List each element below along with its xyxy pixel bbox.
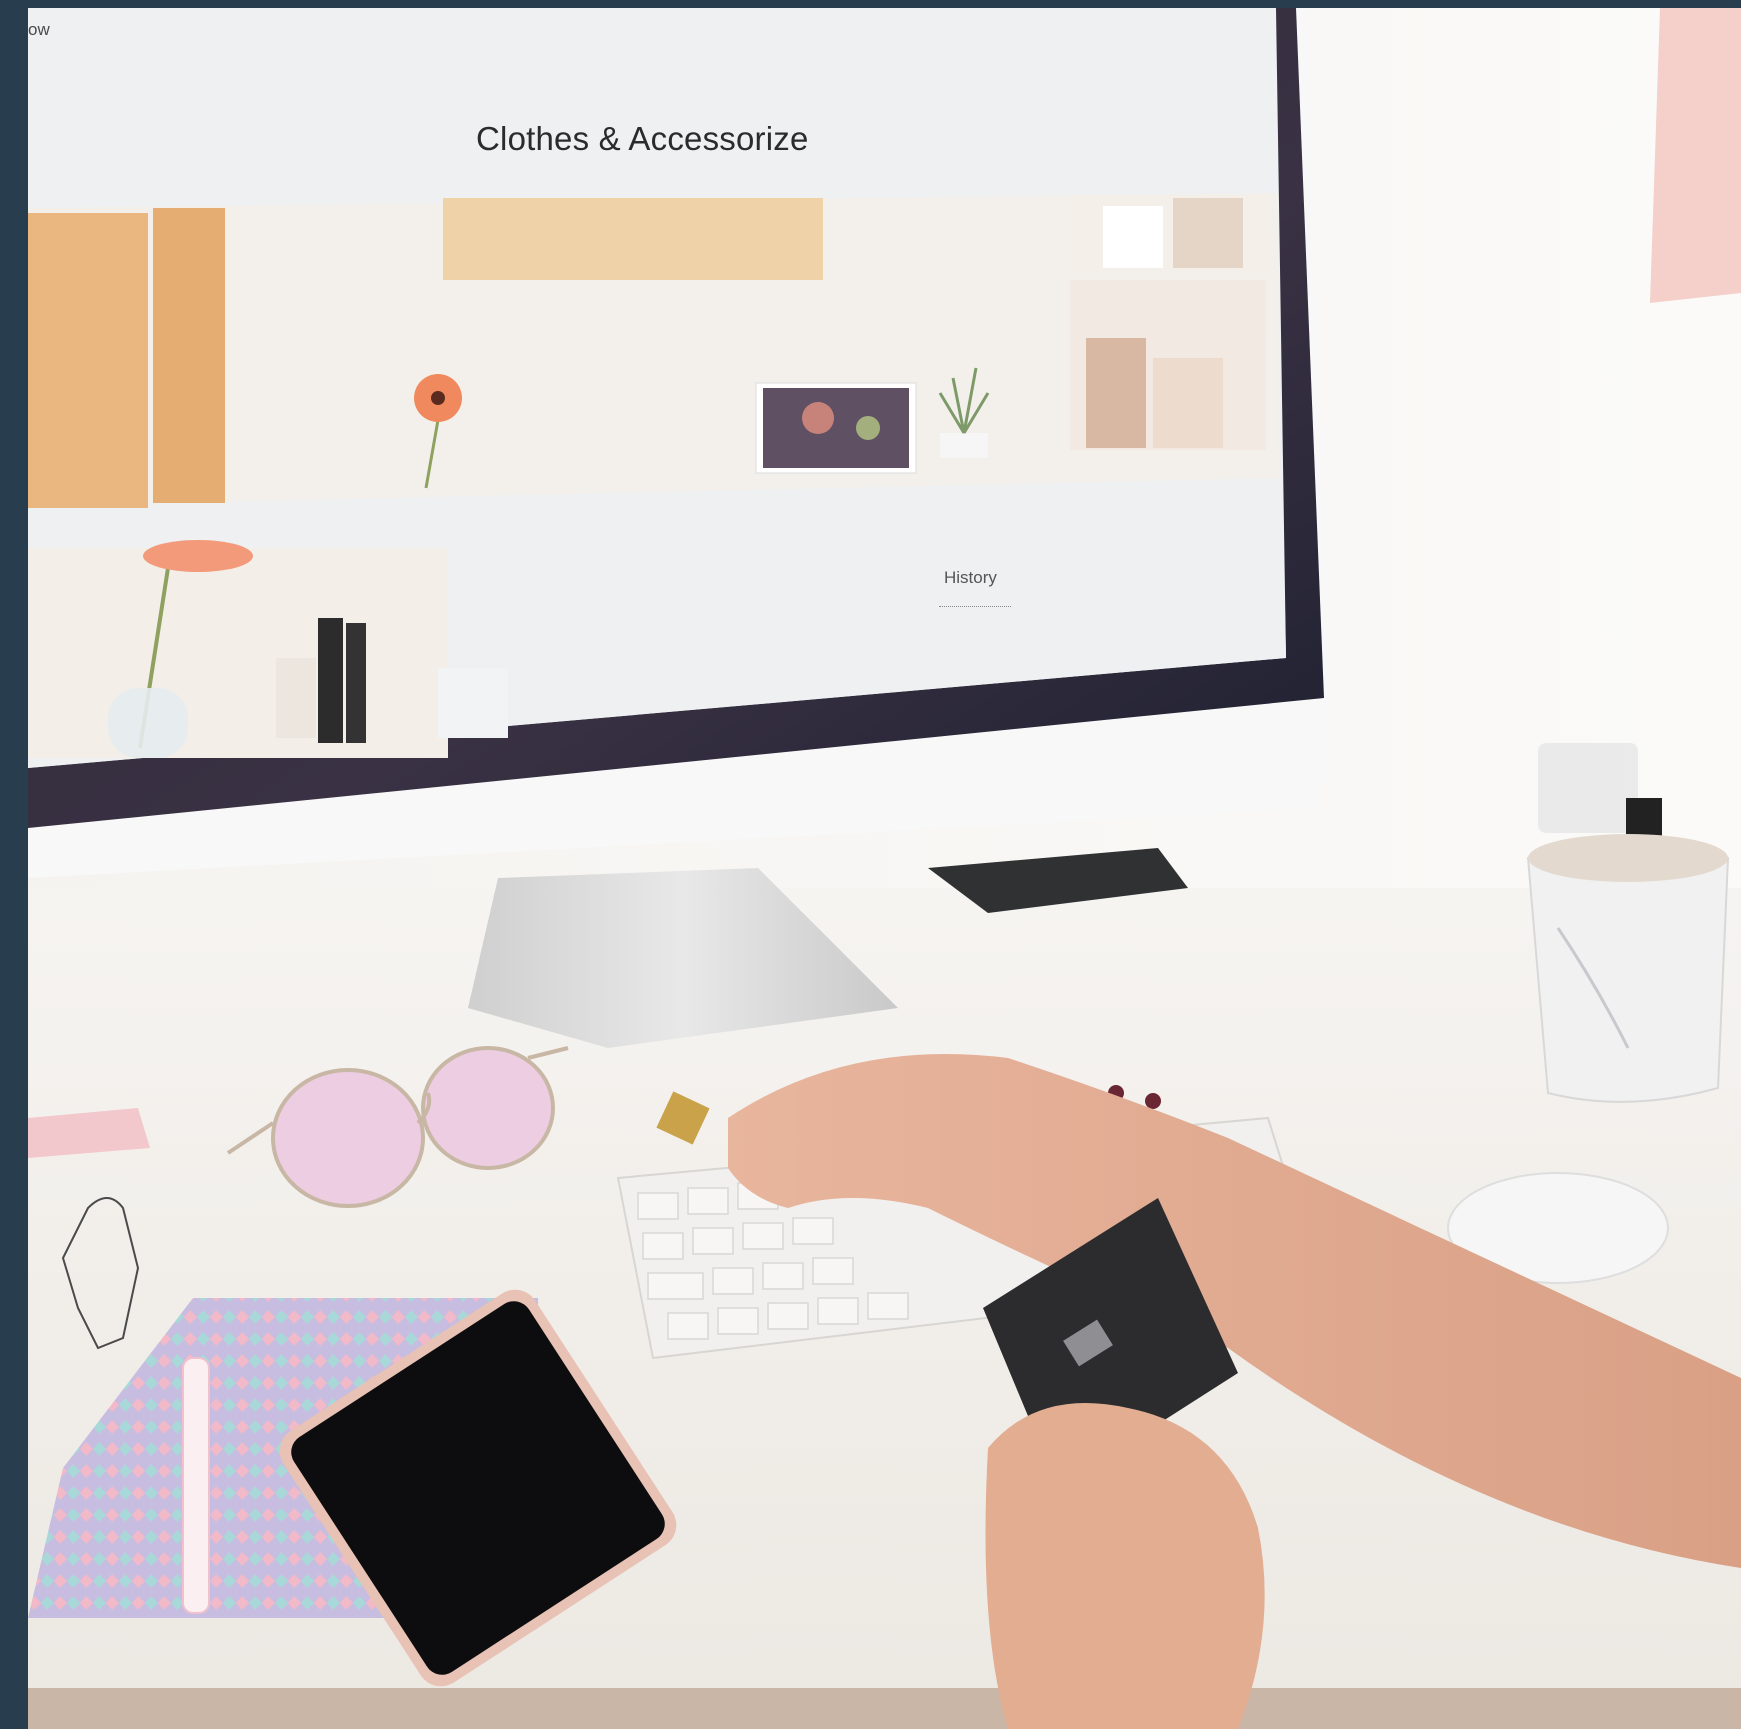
screen-corner-text: ow [28, 20, 50, 39]
screen-history-subscript [939, 606, 1011, 611]
desk-photo [28, 8, 1741, 1729]
screen-page-title: Clothes & Accessorize [476, 120, 809, 157]
pink-note [1650, 8, 1741, 303]
photo-frame: ow Clothes & Accessorize History [28, 8, 1741, 1729]
screen-history-label: History [944, 568, 997, 587]
